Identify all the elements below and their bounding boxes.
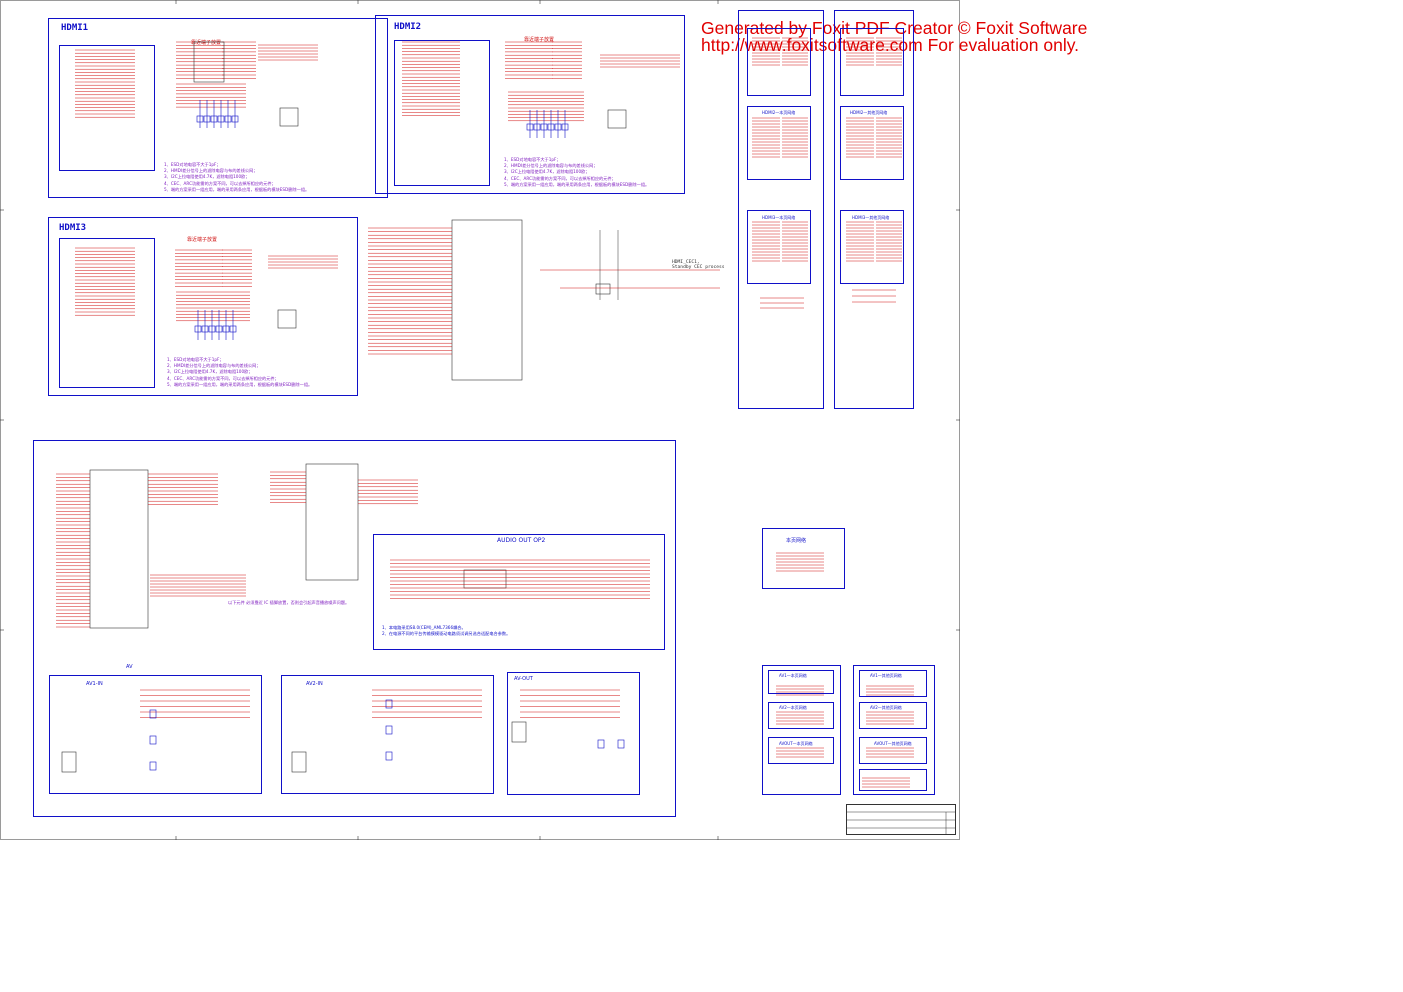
schematic-wiring	[0, 0, 960, 840]
